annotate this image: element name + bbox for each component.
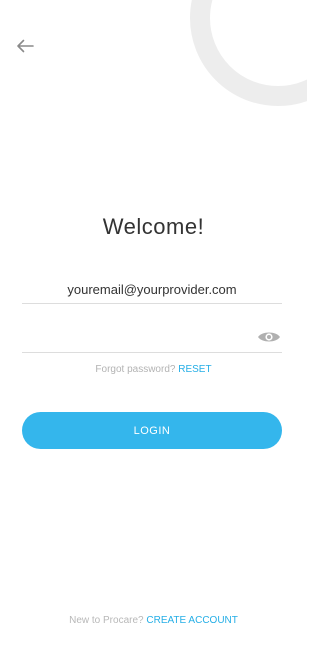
eye-icon bbox=[258, 332, 280, 342]
forgot-password-row: Forgot password? RESET bbox=[0, 364, 307, 375]
signup-row: New to Procare? CREATE ACCOUNT bbox=[0, 615, 307, 626]
arrow-left-icon bbox=[17, 39, 34, 53]
back-button[interactable] bbox=[12, 34, 38, 58]
create-account-link[interactable]: CREATE ACCOUNT bbox=[146, 615, 238, 626]
reset-link[interactable]: RESET bbox=[178, 364, 211, 375]
password-field[interactable] bbox=[22, 322, 282, 352]
show-password-toggle[interactable] bbox=[256, 328, 282, 346]
forgot-password-text: Forgot password? bbox=[95, 364, 176, 375]
decorative-ring bbox=[190, 0, 307, 106]
welcome-title: Welcome! bbox=[102, 214, 205, 239]
login-button[interactable]: LOGIN bbox=[22, 412, 282, 449]
password-field-container bbox=[22, 322, 282, 353]
email-field-container bbox=[22, 276, 282, 304]
login-screen: Welcome! Forgot password? RESET LOGIN Ne… bbox=[0, 0, 307, 646]
email-field[interactable] bbox=[22, 276, 282, 303]
new-user-text: New to Procare? bbox=[69, 615, 144, 626]
